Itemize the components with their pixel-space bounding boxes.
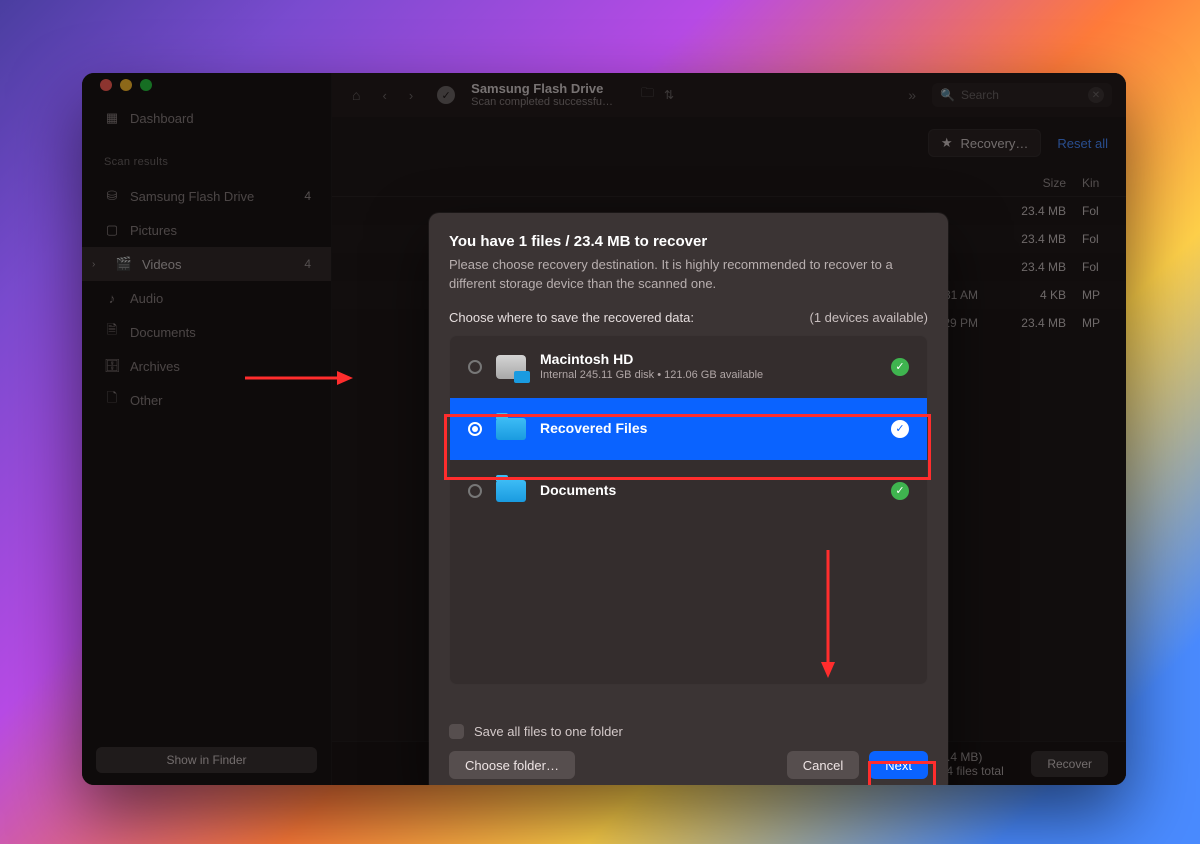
recover-button[interactable]: Recover bbox=[1031, 751, 1108, 777]
search-placeholder: Search bbox=[961, 88, 999, 102]
minimize-window-button[interactable] bbox=[120, 79, 132, 91]
sidebar-item-pictures[interactable]: ▢ Pictures bbox=[82, 213, 331, 247]
save-all-checkbox[interactable] bbox=[449, 724, 464, 739]
sidebar-item-drive[interactable]: ⛁ Samsung Flash Drive 4 bbox=[82, 179, 331, 213]
destination-name: Recovered Files bbox=[540, 420, 647, 438]
choose-folder-button[interactable]: Choose folder… bbox=[449, 751, 575, 779]
grid-icon: ▦ bbox=[104, 110, 120, 126]
radio-icon bbox=[468, 484, 482, 498]
toolbar-title: Samsung Flash Drive Scan completed succe… bbox=[471, 82, 613, 108]
search-icon: 🔍 bbox=[940, 88, 955, 102]
filters-row: ★ Recovery… Reset all bbox=[332, 117, 1126, 169]
app-window: ▦ Dashboard Scan results ⛁ Samsung Flash… bbox=[82, 73, 1126, 785]
recovery-destination-dialog: You have 1 files / 23.4 MB to recover Pl… bbox=[429, 213, 948, 785]
sidebar-item-audio[interactable]: ♪ Audio bbox=[82, 281, 331, 315]
destination-macintosh-hd[interactable]: Macintosh HD Internal 245.11 GB disk • 1… bbox=[450, 336, 927, 398]
drive-icon: ⛁ bbox=[104, 188, 120, 204]
sidebar-item-label: Pictures bbox=[130, 223, 177, 238]
close-window-button[interactable] bbox=[100, 79, 112, 91]
sidebar-item-label: Audio bbox=[130, 291, 163, 306]
recovery-chances-filter[interactable]: ★ Recovery… bbox=[928, 129, 1042, 157]
next-button[interactable]: Next bbox=[869, 751, 928, 779]
folder-icon bbox=[496, 480, 526, 502]
sidebar-dashboard-label: Dashboard bbox=[130, 111, 194, 126]
sidebar: ▦ Dashboard Scan results ⛁ Samsung Flash… bbox=[82, 73, 332, 785]
toolbar: ⌂ ‹ › ✓ Samsung Flash Drive Scan complet… bbox=[332, 73, 1126, 117]
chevron-right-icon: › bbox=[92, 259, 102, 270]
dialog-subtitle: Please choose recovery destination. It i… bbox=[449, 256, 919, 294]
harddrive-icon bbox=[496, 355, 526, 379]
destination-detail: Internal 245.11 GB disk • 121.06 GB avai… bbox=[540, 369, 763, 383]
sidebar-item-documents[interactable]: 🗎 Documents bbox=[82, 315, 331, 349]
checkmark-icon: ✓ bbox=[891, 358, 909, 376]
clear-search-icon[interactable]: ✕ bbox=[1088, 87, 1104, 103]
drive-subtitle: Scan completed successfu… bbox=[471, 96, 613, 108]
sidebar-item-other[interactable]: 🗋 Other bbox=[82, 383, 331, 417]
window-controls bbox=[100, 79, 331, 91]
scan-complete-icon: ✓ bbox=[437, 86, 455, 104]
save-all-label: Save all files to one folder bbox=[474, 724, 623, 739]
sidebar-item-videos[interactable]: › 🎬 Videos 4 bbox=[82, 247, 331, 281]
destination-name: Macintosh HD bbox=[540, 351, 763, 369]
radio-icon bbox=[468, 360, 482, 374]
folder-icon: 🗀 bbox=[641, 84, 654, 106]
radio-selected-icon bbox=[468, 422, 482, 436]
file-icon: 🗋 bbox=[104, 389, 120, 411]
maximize-window-button[interactable] bbox=[140, 79, 152, 91]
cancel-button[interactable]: Cancel bbox=[787, 751, 859, 779]
document-icon: 🗎 bbox=[104, 321, 120, 343]
sidebar-item-label: Other bbox=[130, 393, 163, 408]
sidebar-item-label: Archives bbox=[130, 359, 180, 374]
back-button[interactable]: ‹ bbox=[376, 84, 392, 107]
view-mode-button[interactable]: 🗀 ⇅ bbox=[641, 84, 674, 106]
sidebar-item-count: 4 bbox=[304, 189, 311, 203]
destination-name: Documents bbox=[540, 482, 616, 500]
sidebar-section-header: Scan results bbox=[82, 145, 331, 179]
sidebar-item-label: Videos bbox=[142, 257, 182, 272]
chevron-updown-icon: ⇅ bbox=[664, 88, 674, 102]
forward-button[interactable]: › bbox=[403, 84, 419, 107]
destination-recovered-files[interactable]: Recovered Files ✓ bbox=[450, 398, 927, 460]
search-input[interactable]: 🔍 Search ✕ bbox=[932, 83, 1112, 107]
audio-icon: ♪ bbox=[104, 291, 120, 306]
star-icon: ★ bbox=[941, 135, 953, 151]
checkmark-icon: ✓ bbox=[891, 420, 909, 438]
home-icon[interactable]: ⌂ bbox=[346, 83, 366, 107]
drive-name: Samsung Flash Drive bbox=[471, 82, 613, 96]
devices-available-label: (1 devices available) bbox=[809, 310, 928, 325]
archive-icon: 🗄 bbox=[104, 358, 120, 374]
image-icon: ▢ bbox=[104, 222, 120, 238]
more-icon[interactable]: » bbox=[902, 83, 922, 107]
sidebar-item-count: 4 bbox=[304, 257, 311, 271]
folder-icon bbox=[496, 418, 526, 440]
sidebar-item-label: Documents bbox=[130, 325, 196, 340]
checkmark-icon: ✓ bbox=[891, 482, 909, 500]
column-kind-header[interactable]: Kin bbox=[1082, 176, 1120, 190]
sidebar-dashboard[interactable]: ▦ Dashboard bbox=[82, 101, 331, 135]
destination-documents[interactable]: Documents ✓ bbox=[450, 460, 927, 522]
reset-all-button[interactable]: Reset all bbox=[1057, 136, 1108, 151]
column-size-header[interactable]: Size bbox=[990, 176, 1082, 190]
choose-destination-label: Choose where to save the recovered data: bbox=[449, 310, 694, 325]
sidebar-item-archives[interactable]: 🗄 Archives bbox=[82, 349, 331, 383]
sidebar-item-label: Samsung Flash Drive bbox=[130, 189, 254, 204]
destination-list: Macintosh HD Internal 245.11 GB disk • 1… bbox=[449, 335, 928, 685]
video-icon: 🎬 bbox=[116, 256, 132, 272]
dialog-title: You have 1 files / 23.4 MB to recover bbox=[449, 233, 928, 250]
show-in-finder-button[interactable]: Show in Finder bbox=[96, 747, 317, 773]
